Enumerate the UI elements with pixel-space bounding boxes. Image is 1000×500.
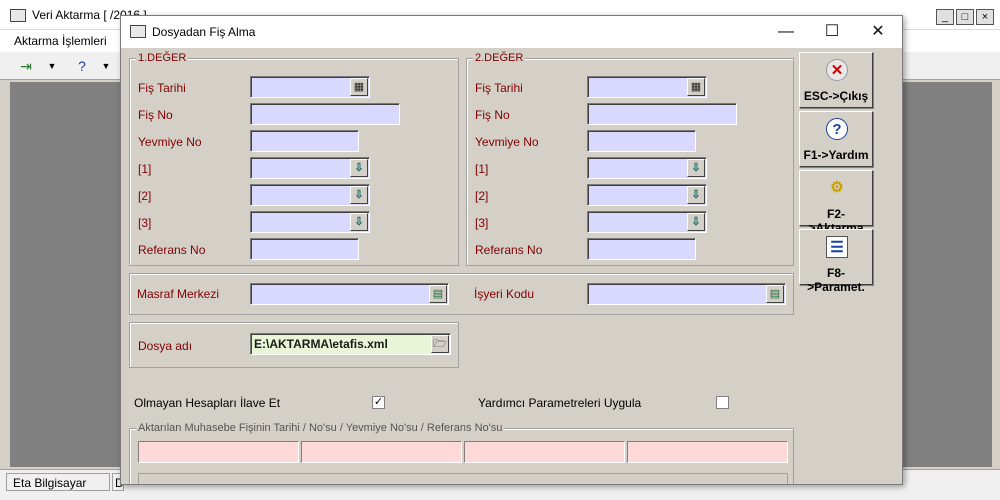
- label-yevmiye-no-2: Yevmiye No: [475, 135, 539, 149]
- exit-door-icon[interactable]: ⇥: [14, 57, 38, 75]
- list-lookup-icon[interactable]: ▤: [766, 285, 784, 303]
- k1-field-1[interactable]: ⇩: [250, 157, 370, 179]
- menu-aktarma-islemleri[interactable]: Aktarma İşlemleri: [14, 34, 107, 48]
- aktarilan-fis-title: Aktarılan Muhasebe Fişinin Tarihi / No's…: [136, 422, 505, 434]
- list-lookup-icon[interactable]: ▤: [429, 285, 447, 303]
- fis-no-field-2[interactable]: [587, 103, 737, 125]
- download-icon[interactable]: ⇩: [350, 159, 368, 177]
- f1-help-button[interactable]: ? F1->Yardım: [799, 111, 873, 167]
- app-icon: [10, 9, 26, 22]
- yevmiye-no-field-2[interactable]: [587, 130, 696, 152]
- esc-exit-button[interactable]: ✕ ESC->Çıkış: [799, 52, 873, 108]
- download-icon[interactable]: ⇩: [687, 186, 705, 204]
- k2-field-2[interactable]: ⇩: [587, 184, 707, 206]
- f8-parameters-button[interactable]: ☰ F8->Paramet.: [799, 229, 873, 294]
- fis-no-field-1[interactable]: [250, 103, 400, 125]
- dialog-title: Dosyadan Fiş Alma: [152, 25, 256, 39]
- main-maximize-button[interactable]: □: [956, 9, 974, 25]
- label-dosya-adi: Dosya adı: [138, 339, 193, 353]
- help-icon[interactable]: ?: [70, 57, 94, 75]
- calendar-icon[interactable]: ▦: [350, 78, 368, 96]
- f1-help-label: F1->Yardım: [803, 148, 869, 162]
- esc-exit-label: ESC->Çıkış: [803, 89, 869, 103]
- label-k3-1: [3]: [138, 216, 152, 230]
- fis-tarihi-field-1[interactable]: ▦: [250, 76, 370, 98]
- dosya-adi-value: E:\AKTARMA\etafis.xml: [254, 337, 388, 351]
- aktarilan-referans-field: [627, 441, 788, 463]
- label-yevmiye-no-1: Yevmiye No: [138, 135, 202, 149]
- yardimci-param-checkbox[interactable]: [716, 396, 729, 409]
- help-icon: ?: [826, 118, 848, 140]
- label-olmayan-hesaplari: Olmayan Hesapları İlave Et: [134, 396, 281, 410]
- label-k1-1: [1]: [138, 162, 152, 176]
- f8-parameters-label: F8->Paramet.: [807, 266, 865, 294]
- aktarilan-no-field: [301, 441, 462, 463]
- dosya-adi-panel: Dosya adı E:\AKTARMA\etafis.xml 🗁: [129, 322, 459, 368]
- dosya-adi-field[interactable]: E:\AKTARMA\etafis.xml 🗁: [250, 333, 451, 355]
- group-1-deger: 1.DEĞER Fiş Tarihi ▦ Fiş No Yevmiye No […: [129, 52, 459, 266]
- k2-field-1[interactable]: ⇩: [250, 184, 370, 206]
- dialog-body: 1.DEĞER Fiş Tarihi ▦ Fiş No Yevmiye No […: [121, 48, 902, 484]
- parameters-list-icon: ☰: [826, 236, 848, 258]
- download-icon[interactable]: ⇩: [350, 186, 368, 204]
- aktarilan-yevmiye-field: [464, 441, 625, 463]
- main-close-button[interactable]: ×: [976, 9, 994, 25]
- main-minimize-button[interactable]: _: [936, 9, 954, 25]
- label-isyeri-kodu: İşyeri Kodu: [474, 287, 535, 301]
- calendar-icon[interactable]: ▦: [687, 78, 705, 96]
- progress-bar: [138, 473, 788, 484]
- dosyadan-fis-alma-dialog: Dosyadan Fiş Alma — ☐ ✕ 1.DEĞER Fiş Tari…: [120, 15, 903, 485]
- status-company: Eta Bilgisayar: [6, 473, 110, 491]
- k1-field-2[interactable]: ⇩: [587, 157, 707, 179]
- group-2-deger: 2.DEĞER Fiş Tarihi ▦ Fiş No Yevmiye No […: [466, 52, 794, 266]
- group-2-title: 2.DEĞER: [473, 52, 526, 64]
- download-icon[interactable]: ⇩: [350, 213, 368, 231]
- label-fis-no-1: Fiş No: [138, 108, 173, 122]
- dropdown-arrow-icon[interactable]: ▼: [40, 57, 64, 75]
- label-k2-1: [2]: [138, 189, 152, 203]
- aktarilan-tarih-field: [138, 441, 299, 463]
- download-icon[interactable]: ⇩: [687, 213, 705, 231]
- k3-field-2[interactable]: ⇩: [587, 211, 707, 233]
- gear-icon: ⚙: [830, 179, 844, 196]
- masraf-merkezi-field[interactable]: ▤: [250, 283, 449, 305]
- label-yardimci-param: Yardımcı Parametreleri Uygula: [478, 396, 642, 410]
- exit-icon: ✕: [826, 59, 848, 81]
- masraf-isyeri-panel: Masraf Merkezi ▤ İşyeri Kodu ▤: [129, 273, 794, 315]
- minimize-button[interactable]: —: [763, 16, 809, 48]
- dialog-app-icon: [130, 25, 146, 38]
- yevmiye-no-field-1[interactable]: [250, 130, 359, 152]
- open-folder-icon[interactable]: 🗁: [431, 335, 449, 353]
- download-icon[interactable]: ⇩: [687, 159, 705, 177]
- k3-field-1[interactable]: ⇩: [250, 211, 370, 233]
- dialog-title-bar: Dosyadan Fiş Alma — ☐ ✕: [121, 16, 902, 48]
- label-masraf-merkezi: Masraf Merkezi: [137, 287, 220, 301]
- isyeri-kodu-field[interactable]: ▤: [587, 283, 786, 305]
- label-k2-2: [2]: [475, 189, 489, 203]
- label-referans-no-1: Referans No: [138, 243, 206, 257]
- label-referans-no-2: Referans No: [475, 243, 543, 257]
- olmayan-hesaplari-checkbox[interactable]: ✓: [372, 396, 385, 409]
- label-fis-no-2: Fiş No: [475, 108, 510, 122]
- f2-transfer-button[interactable]: ⚙ F2->Aktarma: [799, 170, 873, 235]
- fis-tarihi-field-2[interactable]: ▦: [587, 76, 707, 98]
- close-button[interactable]: ✕: [855, 16, 901, 48]
- label-fis-tarihi-2: Fiş Tarihi: [475, 81, 523, 95]
- label-k3-2: [3]: [475, 216, 489, 230]
- referans-no-field-2[interactable]: [587, 238, 696, 260]
- group-1-title: 1.DEĞER: [136, 52, 189, 64]
- maximize-button[interactable]: ☐: [809, 16, 855, 48]
- referans-no-field-1[interactable]: [250, 238, 359, 260]
- label-fis-tarihi-1: Fiş Tarihi: [138, 81, 186, 95]
- dropdown-arrow-icon[interactable]: ▼: [94, 57, 118, 75]
- label-k1-2: [1]: [475, 162, 489, 176]
